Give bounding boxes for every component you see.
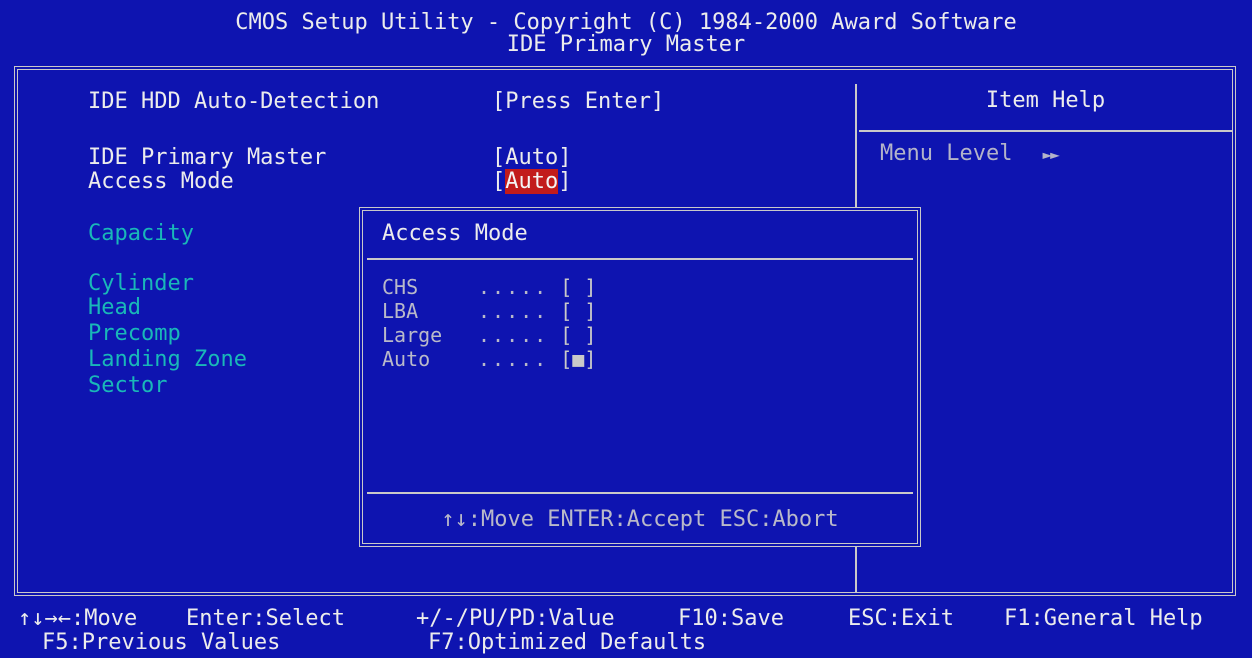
cylinder-label: Cylinder <box>88 271 194 296</box>
option-label: LBA <box>382 299 419 323</box>
sector-label: Sector <box>88 373 168 398</box>
legend-general-help: F1:General Help <box>1004 606 1203 631</box>
option-auto[interactable]: Auto..... [■] <box>382 349 596 369</box>
option-dots: ..... <box>478 347 549 371</box>
hdd-autodetect-label: IDE HDD Auto-Detection <box>88 89 380 114</box>
legend-save: F10:Save <box>678 606 784 631</box>
popup-footer-divider <box>367 492 913 494</box>
legend-optimized-defaults: F7:Optimized Defaults <box>428 630 707 655</box>
legend-move: ↑↓→←:Move <box>18 606 138 631</box>
option-label: CHS <box>382 275 419 299</box>
access-mode-close-bracket: ] <box>558 169 572 194</box>
popup-footer: ↑↓:Move ENTER:Accept ESC:Abort <box>441 507 839 532</box>
popup-title: Access Mode <box>382 221 528 246</box>
capacity-label: Capacity <box>88 221 194 246</box>
option-label: Large <box>382 323 443 347</box>
option-checkbox: [ ] <box>560 323 597 347</box>
option-checkbox: [ ] <box>560 275 597 299</box>
menu-level-arrow-icon: ►► <box>1042 145 1059 164</box>
primary-master-label: IDE Primary Master <box>88 145 327 170</box>
option-dots: ..... <box>478 299 549 323</box>
help-title-divider <box>859 130 1232 132</box>
menu-level-label: Menu Level <box>880 141 1013 166</box>
legend-value: +/-/PU/PD:Value <box>416 606 615 631</box>
access-mode-label: Access Mode <box>88 169 234 194</box>
header-title: CMOS Setup Utility - Copyright (C) 1984-… <box>235 10 1017 35</box>
legend-previous-values: F5:Previous Values <box>42 630 281 655</box>
option-label: Auto <box>382 347 431 371</box>
head-label: Head <box>88 295 141 320</box>
precomp-label: Precomp <box>88 321 181 346</box>
option-lba[interactable]: LBA..... [ ] <box>382 301 596 321</box>
option-chs[interactable]: CHS..... [ ] <box>382 277 596 297</box>
item-help-title: Item Help <box>985 88 1106 113</box>
primary-master-value[interactable]: [Auto] <box>492 146 571 170</box>
access-mode-value[interactable]: [Auto] <box>492 169 572 194</box>
legend-select: Enter:Select <box>186 606 345 631</box>
option-checkbox: [ ] <box>560 299 597 323</box>
legend-exit: ESC:Exit <box>848 606 954 631</box>
option-large[interactable]: Large..... [ ] <box>382 325 596 345</box>
popup-title-divider <box>367 258 913 260</box>
landing-zone-label: Landing Zone <box>88 347 247 372</box>
menu-level-text: Menu Level ►► <box>880 141 1060 167</box>
option-dots: ..... <box>478 275 549 299</box>
page-title: IDE Primary Master <box>506 32 746 57</box>
access-mode-open-bracket: [ <box>492 169 506 194</box>
option-checkbox: [■] <box>560 347 597 371</box>
hdd-autodetect-value[interactable]: [Press Enter] <box>492 90 664 114</box>
option-dots: ..... <box>478 323 549 347</box>
access-mode-selected: Auto <box>505 169 559 194</box>
